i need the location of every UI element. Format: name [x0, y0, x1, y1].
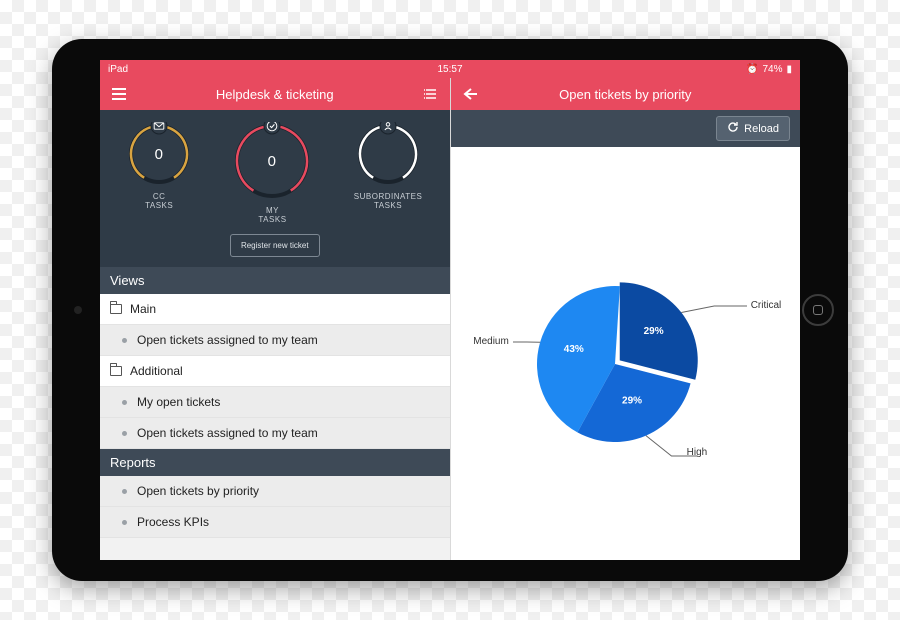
tablet-frame: iPad 15:57 ⏰ 74% ▮ Helpdesk & ticketing: [52, 39, 848, 581]
reports-list: Open tickets by priorityProcess KPIs: [100, 476, 450, 538]
carrier-label: iPad: [108, 64, 128, 75]
folder-icon: [110, 304, 122, 314]
svg-text:0: 0: [155, 146, 164, 163]
gauge-cc-tasks[interactable]: 0CCTASKS: [127, 122, 191, 210]
back-icon[interactable]: [461, 85, 479, 103]
left-pane: Helpdesk & ticketing 0CCTASKS 0MYTASKS SUB…: [100, 78, 451, 560]
svg-text:43%: 43%: [564, 344, 584, 355]
report-item[interactable]: Open tickets by priority: [100, 476, 450, 507]
register-ticket-button[interactable]: Register new ticket: [230, 234, 320, 257]
view-item[interactable]: Open tickets assigned to my team: [100, 418, 450, 449]
legend-high: High: [687, 447, 708, 458]
reload-button[interactable]: Reload: [716, 116, 790, 141]
svg-text:29%: 29%: [622, 395, 642, 406]
folder-icon: [110, 366, 122, 376]
home-button[interactable]: [802, 294, 834, 326]
right-navbar: Open tickets by priority: [451, 78, 801, 110]
report-item[interactable]: Process KPIs: [100, 507, 450, 538]
clock-label: 15:57: [437, 64, 462, 75]
pie-chart: 29% 29% 43% Critical High Medium: [465, 224, 785, 484]
reports-header: Reports: [100, 449, 450, 476]
view-item[interactable]: My open tickets: [100, 387, 450, 418]
menu-icon[interactable]: [110, 85, 128, 103]
battery-icon: ▮: [786, 64, 792, 75]
camera-dot: [74, 306, 82, 314]
gauge-my-tasks[interactable]: 0MYTASKS: [233, 122, 311, 224]
svg-text:0: 0: [268, 153, 277, 170]
screen: iPad 15:57 ⏰ 74% ▮ Helpdesk & ticketing: [100, 60, 800, 560]
left-navbar: Helpdesk & ticketing: [100, 78, 450, 110]
chart-area: 29% 29% 43% Critical High Medium: [451, 147, 801, 560]
gauge-subordinates-tasks[interactable]: SUBORDINATESTASKS: [354, 122, 423, 210]
view-group[interactable]: Additional: [100, 356, 450, 387]
views-header: Views: [100, 267, 450, 294]
reload-icon: [727, 121, 739, 136]
right-toolbar: Reload: [451, 110, 801, 147]
list-icon[interactable]: [422, 85, 440, 103]
battery-label: 74%: [762, 64, 782, 75]
legend-medium: Medium: [473, 336, 509, 347]
views-list: MainOpen tickets assigned to my teamAddi…: [100, 294, 450, 449]
alarm-icon: ⏰: [746, 64, 758, 75]
view-group[interactable]: Main: [100, 294, 450, 325]
view-item[interactable]: Open tickets assigned to my team: [100, 325, 450, 356]
left-title: Helpdesk & ticketing: [216, 87, 334, 102]
dashboard-panel: 0CCTASKS 0MYTASKS SUBORDINATESTASKS Regist…: [100, 110, 450, 267]
legend-critical: Critical: [751, 300, 782, 311]
right-pane: Open tickets by priority Reload 29% 29% 43…: [451, 78, 801, 560]
reload-label: Reload: [744, 123, 779, 135]
status-bar: iPad 15:57 ⏰ 74% ▮: [100, 60, 800, 78]
right-title: Open tickets by priority: [559, 87, 691, 102]
svg-text:29%: 29%: [644, 326, 664, 337]
